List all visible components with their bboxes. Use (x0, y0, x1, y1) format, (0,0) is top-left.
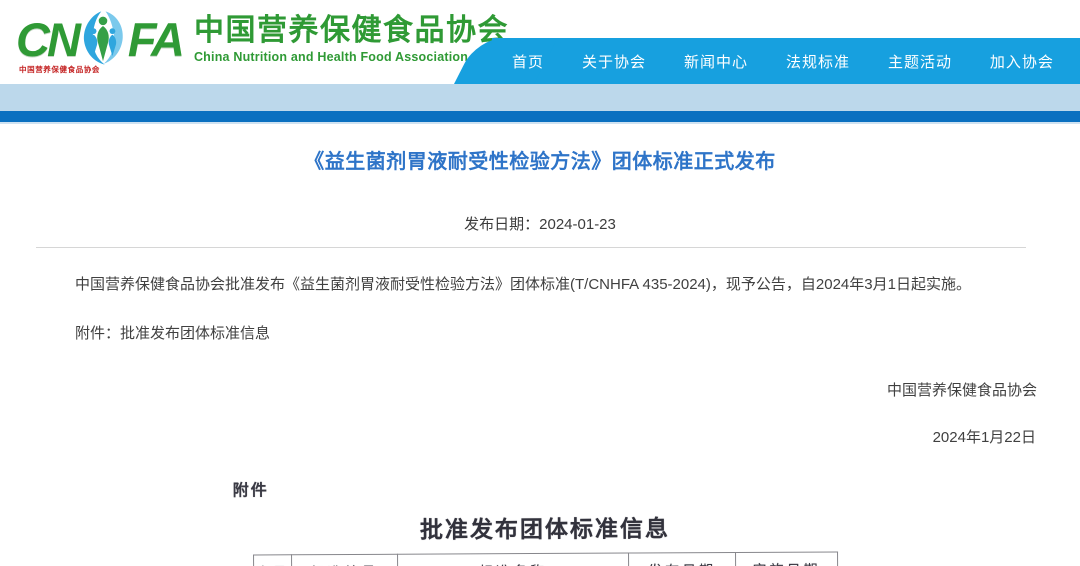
band-dark-blue (0, 111, 1080, 124)
logo-letters-fa: FA (128, 10, 182, 70)
logo-letters-cn: CN (16, 10, 78, 70)
cnhfa-logo-mark: CN FA 中国营养保健食品协会 (16, 8, 182, 72)
col-header-standard-no: 标准编号 (292, 554, 398, 566)
org-names: 中国营养保健食品协会 China Nutrition and Health Fo… (194, 8, 509, 64)
nav-item-home[interactable]: 首页 (512, 51, 544, 72)
scan-table-title: 批准发布团体标准信息 (253, 508, 837, 545)
nav-item-standards[interactable]: 法规标准 (786, 51, 850, 72)
logo-subtext-zh: 中国营养保健食品协会 (19, 64, 100, 75)
nav-item-join[interactable]: 加入协会 (990, 51, 1054, 72)
signature-date: 2024年1月22日 (0, 426, 1036, 447)
cnhfa-emblem-icon (79, 8, 127, 73)
col-header-standard-name: 标准名称 (398, 553, 629, 566)
publish-date-value: 2024-01-23 (539, 216, 616, 233)
band-light-blue (0, 84, 1080, 111)
scan-document-body: 批准发布团体标准信息 序号 标准编号 标准名称 发布日期 实施日期 (253, 508, 838, 566)
nav-item-news[interactable]: 新闻中心 (684, 51, 748, 72)
site-header: CN FA 中国营养保健食品协会 中国营养保健食品协会 China Nutrit… (0, 0, 1080, 84)
publish-date-line: 发布日期：2024-01-23 (0, 213, 1080, 234)
col-header-index: 序号 (254, 555, 292, 566)
col-header-publish-date: 发布日期 (629, 552, 736, 566)
org-name-zh: 中国营养保健食品协会 (194, 14, 509, 48)
scan-attachment-label: 附件 (233, 472, 1080, 500)
article-content: 《益生菌剂胃液耐受性检验方法》团体标准正式发布 发布日期：2024-01-23 … (0, 145, 1080, 566)
signature-org: 中国营养保健食品协会 (0, 379, 1037, 400)
nav-item-about[interactable]: 关于协会 (582, 51, 646, 72)
scanned-attachment: 附件 批准发布团体标准信息 序号 标准编号 标准名称 发布日期 实施日期 (0, 472, 1080, 566)
org-name-en: China Nutrition and Health Food Associat… (194, 50, 509, 64)
table-header-row: 序号 标准编号 标准名称 发布日期 实施日期 (254, 552, 838, 566)
nav-item-activities[interactable]: 主题活动 (888, 51, 952, 72)
attachment-line: 附件：批准发布团体标准信息 (75, 322, 1025, 343)
standards-table: 序号 标准编号 标准名称 发布日期 实施日期 1 T/CNHFA 435-202… (253, 551, 838, 566)
col-header-implement-date: 实施日期 (736, 552, 838, 566)
page-title: 《益生菌剂胃液耐受性检验方法》团体标准正式发布 (0, 145, 1080, 174)
main-nav: 首页 关于协会 新闻中心 法规标准 主题活动 加入协会 (492, 38, 1080, 84)
announcement-paragraph: 中国营养保健食品协会批准发布《益生菌剂胃液耐受性检验方法》团体标准(T/CNHF… (75, 274, 1025, 295)
divider-line (36, 247, 1026, 248)
publish-date-label: 发布日期： (464, 216, 539, 233)
site-logo[interactable]: CN FA 中国营养保健食品协会 中国营养保健食品协会 China Nutrit… (16, 8, 509, 72)
